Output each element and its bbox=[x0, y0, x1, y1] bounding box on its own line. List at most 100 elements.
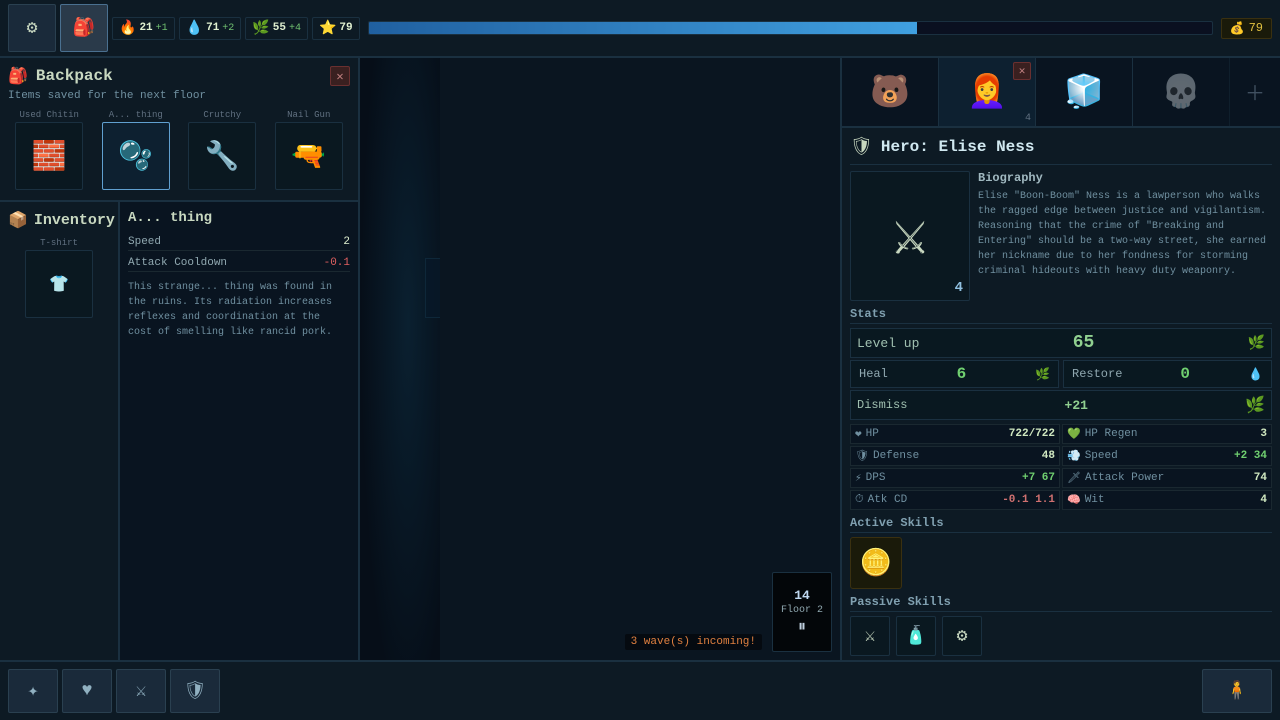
stat-water: 💧 71 +2 bbox=[179, 17, 242, 40]
skill-button-2[interactable]: ⚔ bbox=[116, 669, 166, 713]
stats-section: Stats Level up 65 🌿 Heal 6 🌿 Restore 0 💧 bbox=[850, 307, 1272, 510]
backpack-slot-2-box[interactable]: 🔧 bbox=[188, 122, 256, 190]
backpack-title: Backpack bbox=[36, 67, 113, 85]
backpack-slot-1-box[interactable]: 🫧 bbox=[102, 122, 170, 190]
stat-wit: 🧠 Wit 4 bbox=[1062, 490, 1272, 510]
bio-section: ⚔ 4 Biography Elise "Boon-Boom" Ness is … bbox=[850, 171, 1272, 301]
crutchy-icon: 🔧 bbox=[205, 139, 240, 174]
passive-skill-0[interactable]: ⚔ bbox=[850, 616, 890, 656]
passive-skills-label: Passive Skills bbox=[850, 595, 1272, 612]
chitin-icon: 🧱 bbox=[32, 139, 67, 174]
backpack-slot-2-label: Crutchy bbox=[181, 110, 264, 120]
cd-value: -0.1 1.1 bbox=[1002, 494, 1055, 506]
hero-name: Hero: Elise Ness bbox=[881, 138, 1035, 156]
inventory-header: 📦 Inventory bbox=[8, 210, 110, 230]
heal-restore-row: Heal 6 🌿 Restore 0 💧 bbox=[850, 360, 1272, 388]
heal-label: Heal bbox=[859, 367, 888, 381]
hp-label: ❤ HP bbox=[855, 427, 879, 441]
action-button[interactable]: 🧍 bbox=[1202, 669, 1272, 713]
speed-label: 💨 Speed bbox=[1067, 449, 1118, 463]
passive-skill-1[interactable]: 🧴 bbox=[896, 616, 936, 656]
backpack-button[interactable]: 🎒 bbox=[60, 4, 108, 52]
stats-grid: ❤ HP 722/722 💚 HP Regen 3 🛡 Defense 48 💨… bbox=[850, 424, 1272, 510]
backpack-slot-3-label: Nail Gun bbox=[268, 110, 351, 120]
item-detail-panel: A... thing Speed 2 Attack Cooldown -0.1 … bbox=[120, 202, 358, 660]
backpack-section: 🎒 Backpack ✕ Items saved for the next fl… bbox=[0, 58, 358, 202]
hpregen-value: 3 bbox=[1260, 428, 1267, 440]
stats-label: Stats bbox=[850, 307, 1272, 324]
backpack-slot-0-box[interactable]: 🧱 bbox=[15, 122, 83, 190]
active-skill-0[interactable]: 🪙 bbox=[850, 537, 902, 589]
minimap-floor: Floor 2 bbox=[781, 605, 823, 616]
nature-icon: 🌿 bbox=[252, 20, 269, 37]
thing-icon: 🫧 bbox=[118, 139, 153, 174]
backpack-item-slots: Used Chitin 🧱 A... thing 🫧 Crutchy 🔧 bbox=[8, 110, 350, 192]
shield-stat-icon: 🛡 bbox=[855, 449, 869, 463]
detail-stat-0-value: 2 bbox=[343, 236, 350, 248]
star-value: 79 bbox=[339, 22, 352, 34]
defense-value: 48 bbox=[1042, 450, 1055, 462]
right-panel: 🐻 👩‍🦰 4 ✕ 🧊 💀 ＋ 🛡 Hero: Elise Ness ⚔ 4 bbox=[840, 58, 1280, 660]
sword-stat-icon: 🗡 bbox=[1067, 471, 1081, 485]
passive-skill-2[interactable]: ⚙ bbox=[942, 616, 982, 656]
wit-label: 🧠 Wit bbox=[1067, 493, 1105, 507]
detail-stat-1-value: -0.1 bbox=[324, 257, 350, 269]
heal-value: 6 bbox=[957, 365, 967, 383]
backpack-slot-0-label: Used Chitin bbox=[8, 110, 91, 120]
hero-tab-1[interactable]: 👩‍🦰 4 ✕ bbox=[939, 58, 1036, 126]
detail-stat-1-name: Attack Cooldown bbox=[128, 257, 227, 269]
level-up-row: Level up 65 🌿 bbox=[850, 328, 1272, 358]
left-panel: 🎒 Backpack ✕ Items saved for the next fl… bbox=[0, 58, 360, 660]
speed-stat-icon: 💨 bbox=[1067, 449, 1081, 463]
hero-tabs: 🐻 👩‍🦰 4 ✕ 🧊 💀 ＋ bbox=[842, 58, 1280, 128]
detail-item-title: A... thing bbox=[128, 210, 350, 226]
heal-box: Heal 6 🌿 bbox=[850, 360, 1059, 388]
backpack-close-button[interactable]: ✕ bbox=[330, 66, 350, 86]
level-up-label: Level up bbox=[857, 336, 919, 351]
level-up-value: 65 bbox=[1073, 333, 1095, 353]
hp-icon: ❤ bbox=[855, 427, 862, 441]
bio-text: Elise "Boon-Boom" Ness is a lawperson wh… bbox=[978, 189, 1272, 279]
stat-nature: 🌿 55 +4 bbox=[245, 17, 308, 40]
backpack-slot-3-box[interactable]: 🔫 bbox=[275, 122, 343, 190]
hpregen-label: 💚 HP Regen bbox=[1067, 427, 1138, 441]
inventory-title: Inventory bbox=[34, 212, 115, 229]
bottom-bar: ✦ ♥ ⚔ 🛡 🧍 bbox=[0, 660, 1280, 720]
dismiss-label: Dismiss bbox=[857, 398, 907, 412]
tshirt-box[interactable]: 👕 bbox=[25, 250, 93, 318]
dps-icon: ⚡ bbox=[855, 471, 862, 485]
dismiss-leaf-icon: 🌿 bbox=[1245, 395, 1265, 415]
timer-icon: ⏱ bbox=[855, 494, 864, 506]
hero-tab-2-portrait: 🧊 bbox=[1036, 58, 1132, 126]
active-skills-label: Active Skills bbox=[850, 516, 1272, 533]
skill-button-0[interactable]: ✦ bbox=[8, 669, 58, 713]
add-hero-button[interactable]: ＋ bbox=[1230, 58, 1280, 126]
skill-button-3[interactable]: 🛡 bbox=[170, 669, 220, 713]
gold-icon: 💰 bbox=[1230, 21, 1245, 36]
stat-dps: ⚡ DPS +7 67 bbox=[850, 468, 1060, 488]
tshirt-icon: 👕 bbox=[49, 274, 69, 294]
hero-tab-2[interactable]: 🧊 bbox=[1036, 58, 1133, 126]
hero-panel-close[interactable]: ✕ bbox=[1013, 62, 1031, 80]
hero-info: 🛡 Hero: Elise Ness ⚔ 4 Biography Elise "… bbox=[842, 128, 1280, 660]
hero-tab-0[interactable]: 🐻 bbox=[842, 58, 939, 126]
brain-icon: 🧠 bbox=[1067, 493, 1081, 507]
skill-button-1[interactable]: ♥ bbox=[62, 669, 112, 713]
backpack-subtitle: Items saved for the next floor bbox=[8, 90, 350, 102]
inventory-item-tshirt: T-shirt 👕 bbox=[8, 238, 110, 318]
backpack-slot-3: Nail Gun 🔫 bbox=[268, 110, 351, 192]
restore-label: Restore bbox=[1072, 367, 1122, 381]
map-background bbox=[360, 58, 440, 720]
gold-display: 💰 79 bbox=[1221, 18, 1272, 39]
hp-value: 722/722 bbox=[1009, 428, 1055, 440]
wave-text: 3 wave(s) incoming! bbox=[625, 634, 762, 650]
backpack-slot-1-label: A... thing bbox=[95, 110, 178, 120]
tool-button[interactable]: ⚙ bbox=[8, 4, 56, 52]
backpack-slot-2: Crutchy 🔧 bbox=[181, 110, 264, 192]
fire-icon: 🔥 bbox=[119, 20, 136, 37]
restore-box: Restore 0 💧 bbox=[1063, 360, 1272, 388]
water-delta: +2 bbox=[222, 23, 234, 34]
water-icon: 💧 bbox=[186, 20, 203, 37]
stat-star: ⭐ 79 bbox=[312, 17, 360, 40]
hero-tab-3[interactable]: 💀 bbox=[1133, 58, 1230, 126]
